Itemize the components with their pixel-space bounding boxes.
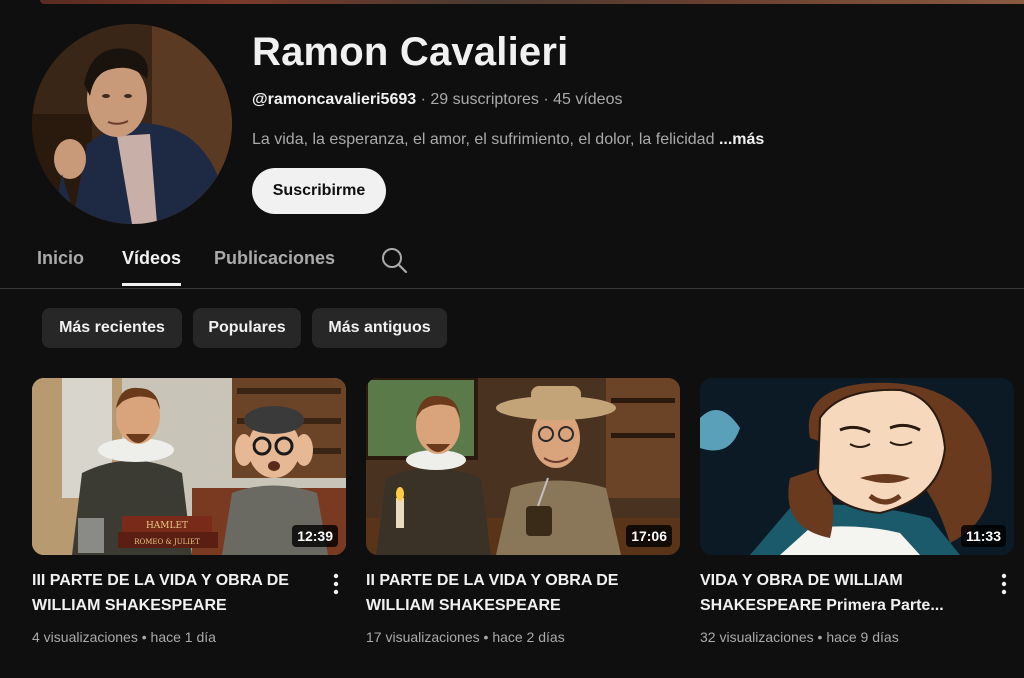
subscribe-button[interactable]: Suscribirme	[252, 168, 386, 214]
video-thumbnail[interactable]: 17:06	[366, 378, 680, 555]
tab-inicio[interactable]: Inicio	[37, 236, 84, 286]
tab-videos[interactable]: Vídeos	[122, 236, 182, 286]
view-count: 4 visualizaciones	[32, 629, 138, 645]
avatar-portrait	[32, 24, 232, 224]
view-count: 17 visualizaciones	[366, 629, 480, 645]
more-link[interactable]: ...más	[719, 131, 764, 148]
stats-separator: •	[479, 629, 493, 645]
channel-name: Ramon Cavalieri	[252, 30, 569, 74]
tab-publicaciones[interactable]: Publicaciones	[214, 236, 335, 286]
video-thumbnail[interactable]: 11:33	[700, 378, 1014, 555]
video-title[interactable]: II PARTE DE LA VIDA Y OBRA DE WILLIAM SH…	[366, 568, 651, 618]
stats-separator: •	[813, 629, 827, 645]
subscriber-count: 29 suscriptores	[430, 91, 539, 108]
video-card[interactable]: HAMLET ROMEO & JULIET 12:39 III PARTE DE…	[32, 378, 346, 678]
upload-age: hace 9 días	[826, 629, 899, 645]
video-duration: 17:06	[626, 525, 672, 547]
video-stats: 32 visualizaciones • hace 9 días	[700, 629, 899, 645]
video-title[interactable]: VIDA Y OBRA DE WILLIAM SHAKESPEARE Prime…	[700, 568, 985, 618]
view-count: 32 visualizaciones	[700, 629, 814, 645]
description-text: La vida, la esperanza, el amor, el sufri…	[252, 131, 715, 148]
book-label: HAMLET	[146, 521, 188, 531]
filter-chip-popular[interactable]: Populares	[193, 308, 301, 348]
video-duration: 11:33	[960, 525, 1006, 547]
video-card[interactable]: 11:33 VIDA Y OBRA DE WILLIAM SHAKESPEARE…	[700, 378, 1014, 678]
meta-separator: ·	[416, 91, 431, 108]
video-title[interactable]: III PARTE DE LA VIDA Y OBRA DE WILLIAM S…	[32, 568, 317, 618]
channel-banner	[40, 0, 1024, 4]
meta-separator: ·	[538, 91, 554, 108]
more-options-icon[interactable]	[332, 573, 340, 595]
search-icon[interactable]	[380, 246, 408, 274]
channel-avatar[interactable]	[32, 24, 232, 224]
more-options-icon[interactable]	[1000, 573, 1008, 595]
video-duration: 12:39	[292, 525, 338, 547]
video-card[interactable]: 17:06 II PARTE DE LA VIDA Y OBRA DE WILL…	[366, 378, 680, 678]
filter-chip-oldest[interactable]: Más antiguos	[312, 308, 447, 348]
filter-chip-recent[interactable]: Más recientes	[42, 308, 182, 348]
upload-age: hace 1 día	[150, 629, 216, 645]
channel-description[interactable]: La vida, la esperanza, el amor, el sufri…	[252, 131, 764, 149]
upload-age: hace 2 días	[492, 629, 565, 645]
stats-separator: •	[137, 629, 151, 645]
video-stats: 17 visualizaciones • hace 2 días	[366, 629, 565, 645]
channel-handle: @ramoncavalieri5693	[252, 91, 417, 108]
video-thumbnail[interactable]: HAMLET ROMEO & JULIET 12:39	[32, 378, 346, 555]
book-label: ROMEO & JULIET	[134, 538, 200, 546]
video-stats: 4 visualizaciones • hace 1 día	[32, 629, 216, 645]
channel-tabs: Inicio Vídeos Publicaciones	[0, 236, 1024, 289]
video-count: 45 vídeos	[553, 91, 623, 108]
channel-meta: @ramoncavalieri5693 · 29 suscriptores · …	[252, 91, 622, 109]
